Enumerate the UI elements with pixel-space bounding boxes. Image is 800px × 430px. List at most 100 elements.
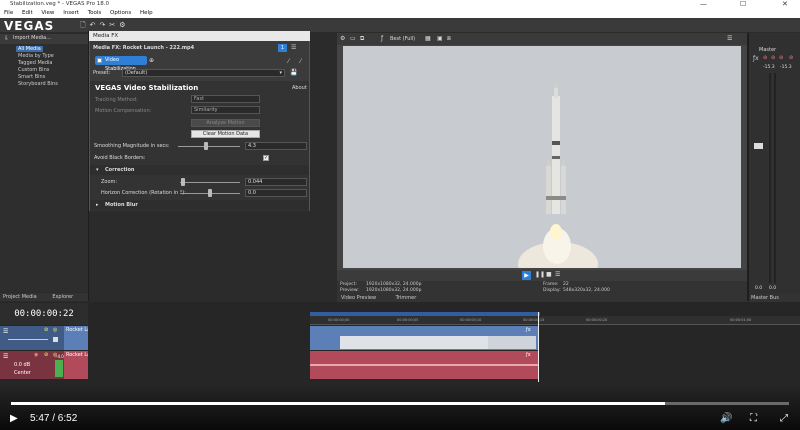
analyze-motion-button[interactable]: Analyze Motion <box>191 119 260 127</box>
video-opacity-slider[interactable] <box>8 339 48 340</box>
fx-icon[interactable]: ƒ <box>381 33 383 45</box>
horizon-value-field[interactable]: 0.0 <box>245 189 307 197</box>
external-monitor-icon[interactable]: ⧉ <box>360 33 364 45</box>
master-fader-left[interactable] <box>754 143 763 149</box>
tab-video-preview[interactable]: Video Preview <box>341 295 376 301</box>
fx-icon[interactable]: ƒx <box>753 55 759 62</box>
play-icon[interactable]: ▶ <box>10 413 18 424</box>
tree-smart-bins[interactable]: Smart Bins <box>18 74 45 80</box>
undo-icon[interactable]: ↶ <box>90 21 96 30</box>
fx-chain-icon[interactable]: 1 <box>278 44 287 52</box>
quality-select[interactable]: Best (Full) <box>390 33 415 45</box>
plugin-chain-icon[interactable]: ☰ <box>291 44 296 51</box>
smoothing-slider-track[interactable] <box>178 146 240 147</box>
loop-region[interactable] <box>310 312 540 316</box>
preview-menu-icon[interactable]: ☰ <box>727 33 732 45</box>
clear-motion-data-button[interactable]: Clear Motion Data <box>191 130 260 138</box>
import-icon[interactable]: ⇩ <box>4 35 9 42</box>
caret-right-icon[interactable]: ▸ <box>96 202 99 208</box>
menu-file[interactable]: File <box>4 10 13 16</box>
snapshot-icon[interactable]: ▣ <box>437 33 443 45</box>
tree-all-media[interactable]: All Media <box>16 46 43 52</box>
mute-icon[interactable]: ⊘ <box>763 55 767 61</box>
menu-icon[interactable]: ☰ <box>555 271 560 278</box>
audio-meter <box>55 360 63 377</box>
fx-enable-checkbox[interactable] <box>97 58 102 63</box>
mute-icon[interactable]: ⊘ <box>44 352 48 358</box>
gear-icon[interactable]: ⚙ <box>340 33 345 45</box>
tab-trimmer[interactable]: Trimmer <box>396 295 417 301</box>
explorer-toolbar: ⇩ Import Media... <box>0 34 88 44</box>
expand-icon[interactable]: ⤢ <box>780 413 788 424</box>
caret-down-icon[interactable]: ▾ <box>96 167 99 173</box>
smoothing-slider-thumb[interactable] <box>203 142 208 150</box>
tab-project-media[interactable]: Project Media <box>3 294 37 300</box>
video-event[interactable]: ƒx <box>310 326 539 350</box>
event-fx-icon[interactable]: ƒx <box>526 352 531 358</box>
solo-icon[interactable]: ◎ <box>53 327 57 333</box>
video-event-label: Rocket Launch <box>66 327 88 333</box>
master-out-icon[interactable]: ⊘ <box>789 55 793 61</box>
smoothing-value-field[interactable]: 4.3 <box>245 142 307 150</box>
menu-insert[interactable]: Insert <box>63 10 79 16</box>
fullscreen-icon[interactable]: ⛶ <box>750 413 757 424</box>
maximize-button[interactable]: ☐ <box>740 0 746 9</box>
keyframe-icon[interactable]: ⁄ <box>288 58 289 65</box>
menu-tools[interactable]: Tools <box>88 10 102 16</box>
playhead-cursor[interactable] <box>538 312 539 382</box>
fx-chip-video-stabilization[interactable]: Video Stabilization <box>95 56 147 72</box>
event-fx-icon[interactable]: ƒx <box>526 327 531 333</box>
save-preset-icon[interactable]: 💾 <box>290 69 297 76</box>
motion-blur-label[interactable]: Motion Blur <box>105 202 138 208</box>
automation-icon[interactable]: ⁄ <box>300 58 301 65</box>
tab-master-bus[interactable]: Master Bus <box>751 295 779 301</box>
tree-tagged-media[interactable]: Tagged Media <box>18 60 53 66</box>
zoom-slider-thumb[interactable] <box>181 178 185 186</box>
about-link[interactable]: About <box>292 85 307 91</box>
title-bar: Stabilization.veg * - VEGAS Pro 18.0 — ☐… <box>0 0 800 9</box>
stop-button[interactable]: ■ <box>546 271 552 278</box>
motion-comp-select[interactable]: Similarity <box>191 106 260 114</box>
minimize-button[interactable]: — <box>700 0 707 9</box>
new-icon[interactable]: 🗋 <box>80 21 86 30</box>
overlays-icon[interactable]: ▦ <box>425 33 431 45</box>
split-screen-icon[interactable]: ▭ <box>350 33 356 45</box>
video-event-left[interactable]: Rocket Launch <box>64 326 88 350</box>
tracking-method-select[interactable]: Fast <box>191 95 260 103</box>
project-value: 1920x1080x32, 24.000p <box>366 282 422 287</box>
tree-storyboard-bins[interactable]: Storyboard Bins <box>18 81 58 87</box>
volume-icon[interactable]: 🔊 <box>720 413 732 424</box>
menu-view[interactable]: View <box>41 10 54 16</box>
menu-edit[interactable]: Edit <box>22 10 33 16</box>
cut-icon[interactable]: ✂ <box>109 21 115 30</box>
close-button[interactable]: ✕ <box>782 0 788 9</box>
mute-icon[interactable]: ⊘ <box>44 327 48 333</box>
tree-media-by-type[interactable]: Media by Type <box>18 53 54 59</box>
solo-icon[interactable]: ⊘ <box>771 55 775 61</box>
horizon-slider-thumb[interactable] <box>208 189 212 197</box>
timeline-ruler[interactable]: 00:00:00;00 00:00:00;05 00:00:00;10 00:0… <box>310 316 800 325</box>
tab-explorer[interactable]: Explorer <box>52 294 73 300</box>
zoom-slider-track[interactable] <box>180 182 240 183</box>
arm-record-icon[interactable]: ◉ <box>34 352 38 358</box>
import-media-button[interactable]: Import Media... <box>13 35 51 41</box>
fx-add-icon[interactable]: ⊕ <box>149 57 154 64</box>
play-button[interactable]: ▶ <box>522 271 531 280</box>
splitter-master[interactable] <box>747 33 749 301</box>
pause-button[interactable]: ❚❚ <box>535 271 545 278</box>
redo-icon[interactable]: ↷ <box>100 21 106 30</box>
menu-options[interactable]: Options <box>110 10 131 16</box>
audio-event-left[interactable]: Rocket Launch <box>64 351 88 379</box>
preset-select[interactable]: (Default) ▾ <box>122 69 285 77</box>
menu-help[interactable]: Help <box>140 10 153 16</box>
preset-value: (Default) <box>125 70 148 76</box>
settings-icon[interactable]: ⚙ <box>119 21 125 30</box>
copy-snapshot-icon[interactable]: ⧈ <box>447 33 451 45</box>
avoid-black-checkbox[interactable]: ✓ <box>263 155 269 161</box>
audio-event[interactable]: ƒx <box>310 351 539 379</box>
tree-custom-bins[interactable]: Custom Bins <box>18 67 49 73</box>
zoom-value-field[interactable]: 0.044 <box>245 178 307 186</box>
record-icon[interactable]: ⊘ <box>779 55 783 61</box>
video-opacity-thumb[interactable] <box>53 337 58 342</box>
correction-label[interactable]: Correction <box>105 167 135 173</box>
